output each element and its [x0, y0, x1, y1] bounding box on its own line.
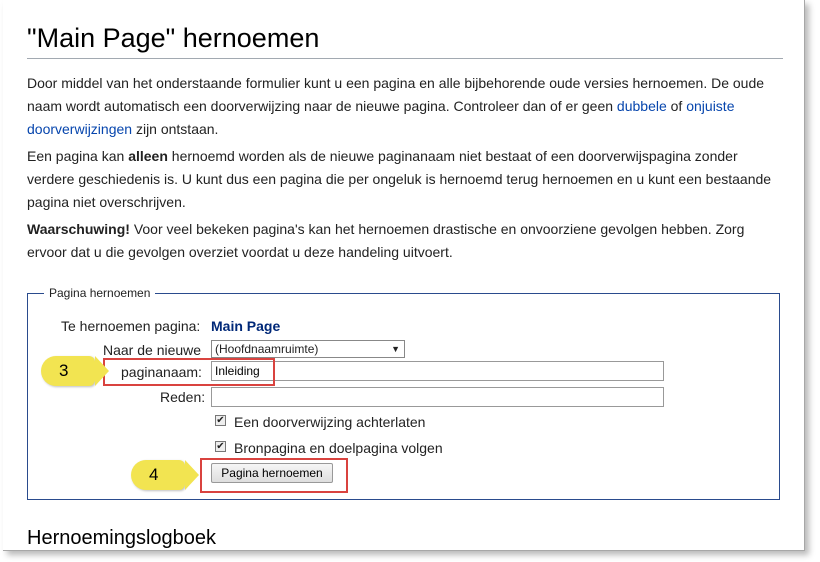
- watch-checkbox[interactable]: ✔: [215, 441, 226, 452]
- highlight-box-submit: [200, 458, 348, 493]
- note-text-1: Een pagina kan: [27, 148, 129, 164]
- watch-checkbox-label: Bronpagina en doelpagina volgen: [234, 440, 443, 456]
- warning-text: Voor veel bekeken pagina's kan het herno…: [27, 221, 745, 260]
- chevron-down-icon: ▼: [391, 344, 400, 354]
- current-page-label: Te hernoemen pagina:: [61, 318, 201, 334]
- link-dubbele[interactable]: dubbele: [617, 98, 667, 114]
- reason-label: Reden:: [160, 389, 206, 405]
- reason-input[interactable]: [211, 387, 664, 407]
- namespace-select[interactable]: (Hoofdnaamruimte) ▼: [211, 340, 405, 358]
- fieldset-legend: Pagina hernoemen: [44, 285, 156, 301]
- step-4-badge: 4: [131, 460, 199, 490]
- new-title-label-line1: Naar de nieuwe: [103, 342, 202, 358]
- intro-text-3: zijn ontstaan.: [132, 121, 219, 137]
- page-window: "Main Page" hernoemen Door middel van he…: [3, 0, 805, 551]
- log-section-heading: Hernoemingslogboek: [27, 527, 217, 549]
- namespace-selected-value: (Hoofdnaamruimte): [215, 342, 319, 356]
- intro-paragraph: Door middel van het onderstaande formuli…: [27, 72, 777, 141]
- highlight-box-new-title: [103, 358, 275, 386]
- warning-bold: Waarschuwing!: [27, 221, 130, 237]
- warning-paragraph: Waarschuwing! Voor veel bekeken pagina's…: [27, 218, 777, 264]
- page-title: "Main Page" hernoemen: [27, 20, 783, 59]
- intro-text-2: of: [666, 98, 687, 114]
- note-bold: alleen: [128, 148, 168, 164]
- redirect-checkbox-label: Een doorverwijzing achterlaten: [234, 414, 426, 430]
- step-3-badge: 3: [41, 356, 109, 386]
- current-page-value: Main Page: [211, 318, 281, 334]
- redirect-checkbox[interactable]: ✔: [215, 415, 226, 426]
- note-paragraph: Een pagina kan alleen hernoemd worden al…: [27, 145, 777, 214]
- new-title-input[interactable]: Inleiding: [211, 361, 664, 381]
